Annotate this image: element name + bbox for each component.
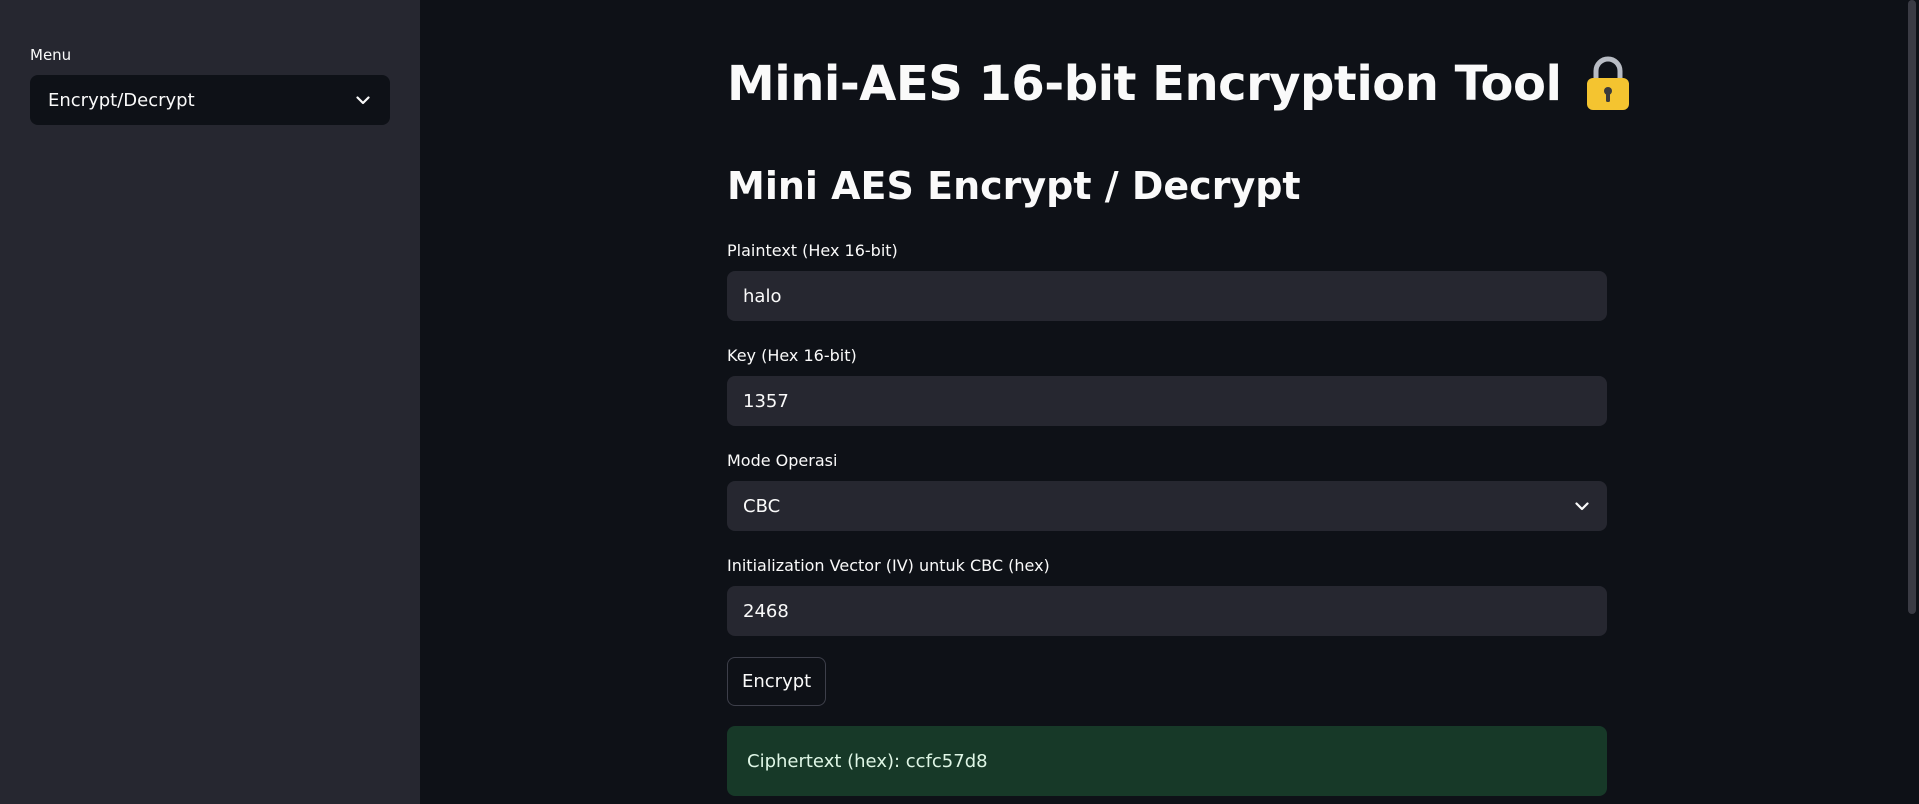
sidebar: Menu Encrypt/Decrypt [0,0,420,804]
scrollbar[interactable] [1908,0,1916,614]
menu-label: Menu [30,46,72,64]
key-field[interactable] [727,376,1607,426]
ciphertext-result: Ciphertext (hex): ccfc57d8 [727,726,1607,796]
mode-select-value: CBC [743,495,781,517]
app-root: Menu Encrypt/Decrypt Mini-AES 16-bit Enc… [0,0,1919,804]
plaintext-input[interactable] [743,285,1591,307]
plaintext-label: Plaintext (Hex 16-bit) [727,241,898,260]
key-label: Key (Hex 16-bit) [727,346,857,365]
iv-input[interactable] [743,600,1591,622]
lock-icon [1585,56,1631,112]
menu-select[interactable]: Encrypt/Decrypt [30,75,390,125]
key-input[interactable] [743,390,1591,412]
menu-select-value: Encrypt/Decrypt [48,89,195,111]
page-title-text: Mini-AES 16-bit Encryption Tool [727,56,1562,112]
chevron-down-icon [354,91,372,109]
page-title: Mini-AES 16-bit Encryption Tool [727,56,1631,112]
section-title: Mini AES Encrypt / Decrypt [727,164,1301,208]
mode-label: Mode Operasi [727,451,838,470]
ciphertext-result-text: Ciphertext (hex): ccfc57d8 [747,750,988,772]
plaintext-field[interactable] [727,271,1607,321]
encrypt-button[interactable]: Encrypt [727,657,827,706]
chevron-down-icon [1573,497,1591,515]
mode-select[interactable]: CBC [727,481,1607,531]
iv-field[interactable] [727,586,1607,636]
iv-label: Initialization Vector (IV) untuk CBC (he… [727,556,1050,575]
main-area: Mini-AES 16-bit Encryption Tool Mini AES… [420,0,1919,804]
